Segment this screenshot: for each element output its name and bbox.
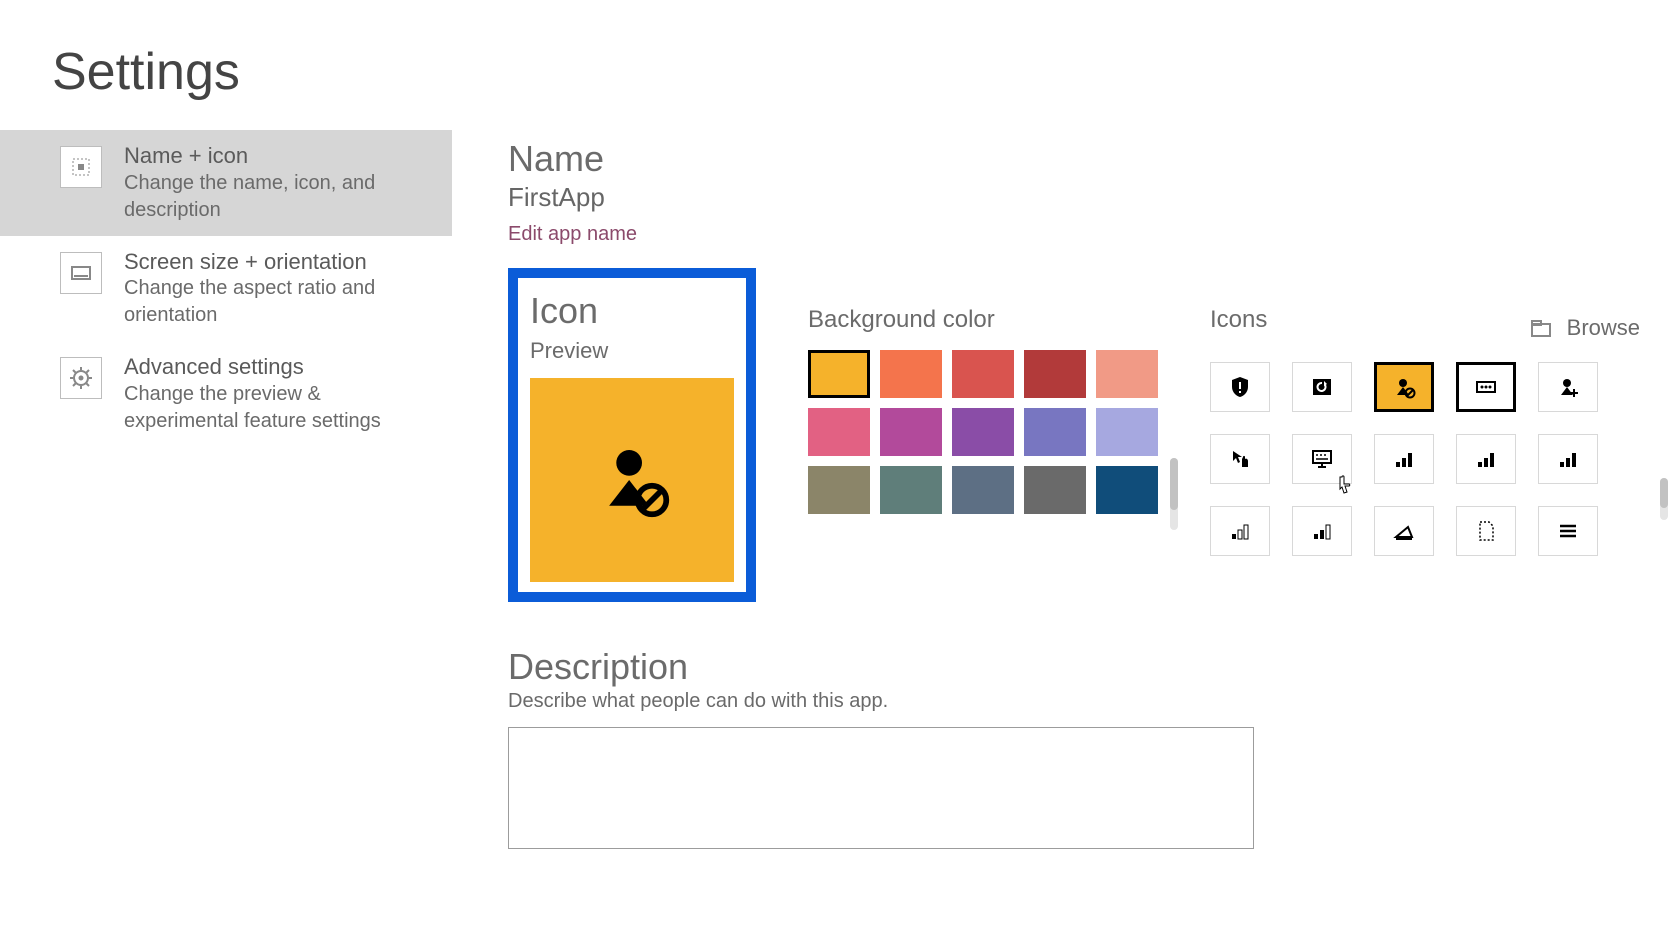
color-swatch[interactable] <box>808 408 870 456</box>
browse-label: Browse <box>1567 315 1640 341</box>
color-swatch[interactable] <box>880 408 942 456</box>
edit-app-name-link[interactable]: Edit app name <box>508 223 637 246</box>
description-section: Description Describe what people can do … <box>508 646 1640 854</box>
bars-large-icon <box>1556 447 1580 471</box>
pointer-hand-icon <box>1228 447 1252 471</box>
refresh-panel-icon <box>1310 375 1334 399</box>
user-blocked-icon <box>1392 375 1416 399</box>
color-swatch[interactable] <box>1024 466 1086 514</box>
icon-option[interactable] <box>1292 506 1352 556</box>
settings-sidebar: Name + icon Change the name, icon, and d… <box>0 120 452 854</box>
shield-alert-icon <box>1228 375 1252 399</box>
bars-2-icon <box>1310 519 1334 543</box>
sidebar-item-subtitle: Change the preview & experimental featur… <box>124 381 434 435</box>
sidebar-item-title: Advanced settings <box>124 353 434 381</box>
background-color-heading: Background color <box>808 306 1158 334</box>
page-dotted-icon <box>1474 519 1498 543</box>
grid-icon <box>60 146 102 188</box>
gear-icon <box>60 357 102 399</box>
icon-option[interactable] <box>1210 362 1270 412</box>
color-swatch[interactable] <box>1024 408 1086 456</box>
bars-small-icon <box>1392 447 1416 471</box>
icon-option[interactable] <box>1374 434 1434 484</box>
user-add-icon <box>1556 375 1580 399</box>
sidebar-item-subtitle: Change the name, icon, and description <box>124 170 434 224</box>
main-panel: Name FirstApp Edit app name Icon Preview… <box>452 120 1680 854</box>
preview-label: Preview <box>530 338 734 364</box>
color-grid <box>808 350 1158 514</box>
icon-option[interactable] <box>1538 506 1598 556</box>
color-swatch[interactable] <box>808 466 870 514</box>
sidebar-item-screen-size[interactable]: Screen size + orientation Change the asp… <box>0 236 452 342</box>
name-heading: Name <box>508 138 1640 180</box>
icon-preview-tile <box>530 378 734 582</box>
bars-1-icon <box>1228 519 1252 543</box>
menu-lines-icon <box>1556 519 1580 543</box>
description-heading: Description <box>508 646 1640 688</box>
color-swatch[interactable] <box>808 350 870 398</box>
user-blocked-icon <box>592 440 672 520</box>
keyboard-screen-icon <box>1310 447 1334 471</box>
background-color-section: Background color <box>808 268 1158 514</box>
sidebar-item-title: Name + icon <box>124 142 434 170</box>
icons-grid <box>1210 362 1640 556</box>
color-scrollbar[interactable] <box>1170 458 1178 530</box>
icon-option[interactable] <box>1456 506 1516 556</box>
color-swatch[interactable] <box>952 408 1014 456</box>
scanner-icon <box>1392 519 1416 543</box>
color-swatch[interactable] <box>952 466 1014 514</box>
description-hint: Describe what people can do with this ap… <box>508 690 1640 713</box>
icon-option[interactable] <box>1292 434 1352 484</box>
color-swatch[interactable] <box>1096 350 1158 398</box>
icons-section: Icons Browse <box>1210 268 1640 556</box>
icon-option[interactable] <box>1456 434 1516 484</box>
icon-preview-frame: Icon Preview <box>508 268 756 602</box>
icon-option[interactable] <box>1538 362 1598 412</box>
page-title: Settings <box>0 0 1680 120</box>
icon-option[interactable] <box>1456 362 1516 412</box>
icons-heading: Icons <box>1210 306 1267 334</box>
color-swatch[interactable] <box>880 350 942 398</box>
sidebar-item-title: Screen size + orientation <box>124 248 434 276</box>
color-swatch[interactable] <box>952 350 1014 398</box>
color-swatch[interactable] <box>880 466 942 514</box>
browse-button[interactable]: Browse <box>1529 315 1640 341</box>
icon-option[interactable] <box>1538 434 1598 484</box>
description-input[interactable] <box>508 727 1254 849</box>
folder-icon <box>1529 316 1555 340</box>
color-swatch[interactable] <box>1096 408 1158 456</box>
icon-option[interactable] <box>1374 362 1434 412</box>
icon-option[interactable] <box>1292 362 1352 412</box>
bars-med-icon <box>1474 447 1498 471</box>
dots-box-icon <box>1474 375 1498 399</box>
icon-option[interactable] <box>1210 434 1270 484</box>
app-name-value: FirstApp <box>508 182 1640 213</box>
sidebar-item-subtitle: Change the aspect ratio and orientation <box>124 275 434 329</box>
screen-icon <box>60 252 102 294</box>
color-swatch[interactable] <box>1096 466 1158 514</box>
icons-scrollbar[interactable] <box>1660 478 1668 520</box>
sidebar-item-advanced[interactable]: Advanced settings Change the preview & e… <box>0 341 452 447</box>
icon-heading: Icon <box>530 290 734 332</box>
icon-option[interactable] <box>1210 506 1270 556</box>
color-swatch[interactable] <box>1024 350 1086 398</box>
icon-option[interactable] <box>1374 506 1434 556</box>
sidebar-item-name-icon[interactable]: Name + icon Change the name, icon, and d… <box>0 130 452 236</box>
